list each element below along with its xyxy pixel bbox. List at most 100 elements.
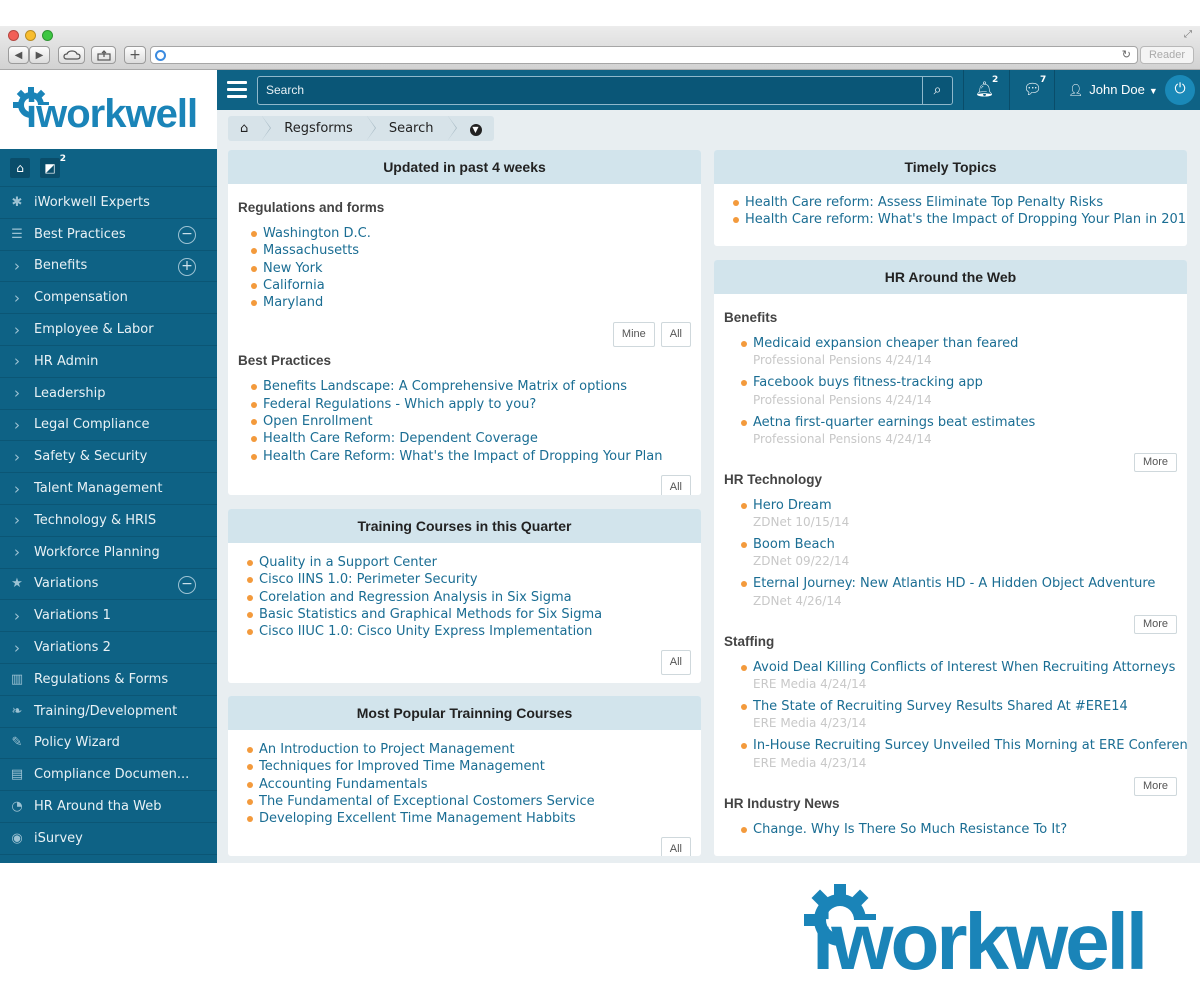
address-bar[interactable]: ↻ [150, 46, 1138, 64]
sidebar-item-variations-1[interactable]: › Variations 1 [0, 600, 217, 633]
share-button[interactable] [91, 46, 116, 64]
list-item[interactable]: Techniques for Improved Time Management [234, 758, 691, 775]
collapse-icon[interactable]: − [178, 225, 196, 244]
news-title[interactable]: Eternal Journey: New Atlantis HD - A Hid… [753, 576, 1155, 591]
breadcrumb-home[interactable]: ⌂ [228, 116, 272, 141]
search-input[interactable] [266, 83, 916, 97]
new-tab-button[interactable]: + [124, 46, 146, 64]
sidebar-item-iworkwell-experts[interactable]: ✱ iWorkwell Experts [0, 187, 217, 219]
sidebar-item-compliance-documen[interactable]: ▤ Compliance Documen... [0, 759, 217, 792]
list-item[interactable]: Basic Statistics and Graphical Methods f… [234, 606, 691, 623]
news-title[interactable]: Facebook buys fitness-tracking app [753, 375, 983, 390]
list-item[interactable]: Quality in a Support Center [234, 554, 691, 571]
list-item[interactable]: Health Care Reform: What's the Impact of… [238, 448, 691, 465]
notifications-button[interactable]: 🔔︎2 [975, 75, 1000, 98]
sidebar-item-variations[interactable]: ★ Variations − [0, 569, 217, 601]
more-button[interactable]: More [1133, 614, 1177, 634]
news-title[interactable]: Avoid Deal Killing Conflicts of Interest… [753, 660, 1175, 675]
sidebar-item-compensation[interactable]: › Compensation [0, 282, 217, 315]
news-item[interactable]: The State of Recruiting Survey Results S… [728, 698, 1177, 731]
list-item[interactable]: California [238, 277, 691, 294]
list-item[interactable]: Washington D.C. [238, 225, 691, 242]
reload-icon[interactable]: ↻ [1122, 48, 1131, 61]
news-title[interactable]: Aetna first-quarter earnings beat estima… [753, 415, 1035, 430]
sidebar-item-best-practices[interactable]: ☰ Best Practices − [0, 219, 217, 251]
sidebar-item-training-development[interactable]: ❧ Training/Development [0, 696, 217, 728]
sidebar-item-hr-admin[interactable]: › HR Admin [0, 346, 217, 378]
list-item[interactable]: Developing Excellent Time Management Hab… [234, 810, 691, 827]
sidebar-item-variations-2[interactable]: › Variations 2 [0, 632, 217, 664]
list-item[interactable]: An Introduction to Project Management [234, 741, 691, 758]
sidebar-item-policy-wizard[interactable]: ✎ Policy Wizard [0, 728, 217, 760]
sidebar-item-safety-security[interactable]: › Safety & Security [0, 441, 217, 474]
all-button[interactable]: All [660, 650, 691, 676]
sidebar-item-employee-labor[interactable]: › Employee & Labor [0, 314, 217, 346]
close-window-button[interactable] [8, 30, 19, 41]
more-button[interactable]: More [1133, 776, 1177, 796]
list-item[interactable]: Corelation and Regression Analysis in Si… [234, 589, 691, 606]
news-title[interactable]: Hero Dream [753, 498, 832, 513]
news-item[interactable]: Facebook buys fitness-tracking app Profes… [728, 374, 1177, 407]
list-item[interactable]: Cisco IINS 1.0: Perimeter Security [234, 571, 691, 588]
list-item[interactable]: Accounting Fundamentals [234, 776, 691, 793]
news-title[interactable]: Boom Beach [753, 537, 835, 552]
collapse-icon[interactable]: − [178, 575, 196, 594]
breadcrumb-item-regsforms[interactable]: Regsforms [262, 116, 376, 141]
power-button[interactable]: ⏻ [1165, 75, 1195, 105]
news-title[interactable]: In-House Recruiting Surcey Unveiled This… [753, 738, 1187, 753]
news-title[interactable]: The State of Recruiting Survey Results S… [753, 699, 1128, 714]
list-item[interactable]: Cisco IIUC 1.0: Cisco Unity Express Impl… [234, 623, 691, 640]
list-item[interactable]: The Fundamental of Exceptional Costomers… [234, 793, 691, 810]
list-item[interactable]: Benefits Landscape: A Comprehensive Matr… [238, 378, 691, 395]
news-title[interactable]: Medicaid expansion cheaper than feared [753, 336, 1018, 351]
news-item[interactable]: Medicaid expansion cheaper than feared Pr… [728, 335, 1177, 368]
back-button[interactable]: ◀ [8, 46, 29, 64]
home-button[interactable]: ⌂ [10, 157, 30, 178]
more-button[interactable]: More [1133, 452, 1177, 472]
all-button[interactable]: All [660, 837, 691, 856]
sidebar-item-legal-compliance[interactable]: › Legal Compliance [0, 410, 217, 442]
timely-topics-panel: Timely Topics Health Care reform: Assess… [714, 150, 1187, 246]
tasks-button[interactable]: ◩ 2 [40, 154, 66, 178]
news-title[interactable]: Change. Why Is There So Much Resistance … [753, 822, 1067, 837]
news-item[interactable]: Aetna first-quarter earnings beat estima… [728, 414, 1177, 447]
breadcrumb-item-search[interactable]: Search [367, 116, 457, 141]
list-item[interactable]: New York [238, 260, 691, 277]
news-item[interactable]: Change. Why Is There So Much Resistance … [728, 821, 1177, 838]
forward-button[interactable]: ▶ [29, 46, 50, 64]
list-item[interactable]: Maryland [238, 294, 691, 311]
search-icon[interactable]: ⌕ [922, 77, 952, 104]
news-item[interactable]: Eternal Journey: New Atlantis HD - A Hid… [728, 575, 1177, 608]
fullscreen-icon[interactable]: ⤢ [1184, 29, 1192, 40]
news-item[interactable]: Hero Dream ZDNet 10/15/14 [728, 497, 1177, 530]
minimize-window-button[interactable] [25, 30, 36, 41]
list-item[interactable]: Open Enrollment [238, 413, 691, 430]
news-item[interactable]: Avoid Deal Killing Conflicts of Interest… [728, 659, 1177, 692]
sidebar-item-leadership[interactable]: › Leadership [0, 378, 217, 410]
user-menu[interactable]: 👤︎ John Doe ▼ [1068, 82, 1158, 97]
sidebar-item-regulations-forms[interactable]: ▥ Regulations & Forms [0, 664, 217, 696]
all-button[interactable]: All [660, 322, 691, 348]
reader-button[interactable]: Reader [1140, 46, 1194, 64]
icloud-tabs-button[interactable] [58, 46, 85, 64]
list-item[interactable]: Massachusetts [238, 242, 691, 259]
sidebar-item-isurvey[interactable]: ◉ iSurvey [0, 823, 217, 855]
news-item[interactable]: In-House Recruiting Surcey Unveiled This… [728, 737, 1187, 770]
all-button[interactable]: All [660, 474, 691, 495]
sidebar-item-technology-hris[interactable]: › Technology & HRIS [0, 505, 217, 537]
sidebar-item-workforce-planning[interactable]: › Workforce Planning [0, 537, 217, 569]
news-item[interactable]: Boom Beach ZDNet 09/22/14 [728, 536, 1177, 569]
logo[interactable]: iworkwell [0, 70, 217, 149]
zoom-window-button[interactable] [42, 30, 53, 41]
expand-icon[interactable]: + [178, 257, 196, 276]
menu-icon[interactable] [227, 81, 247, 102]
sidebar-item-benefits[interactable]: › Benefits + [0, 251, 217, 283]
sidebar-item-talent-management[interactable]: › Talent Management [0, 473, 217, 505]
list-item[interactable]: Federal Regulations - Which apply to you… [238, 396, 691, 413]
list-item[interactable]: Health Care reform: What's the Impact of… [720, 211, 1187, 228]
list-item[interactable]: Health Care Reform: Dependent Coverage [238, 430, 691, 447]
mine-button[interactable]: Mine [612, 322, 655, 348]
list-item[interactable]: Health Care reform: Assess Eliminate Top… [720, 194, 1177, 211]
messages-button[interactable]: 💬︎7 [1023, 75, 1048, 98]
sidebar-item-hr-around-tha-web[interactable]: ◔ HR Around tha Web [0, 791, 217, 823]
